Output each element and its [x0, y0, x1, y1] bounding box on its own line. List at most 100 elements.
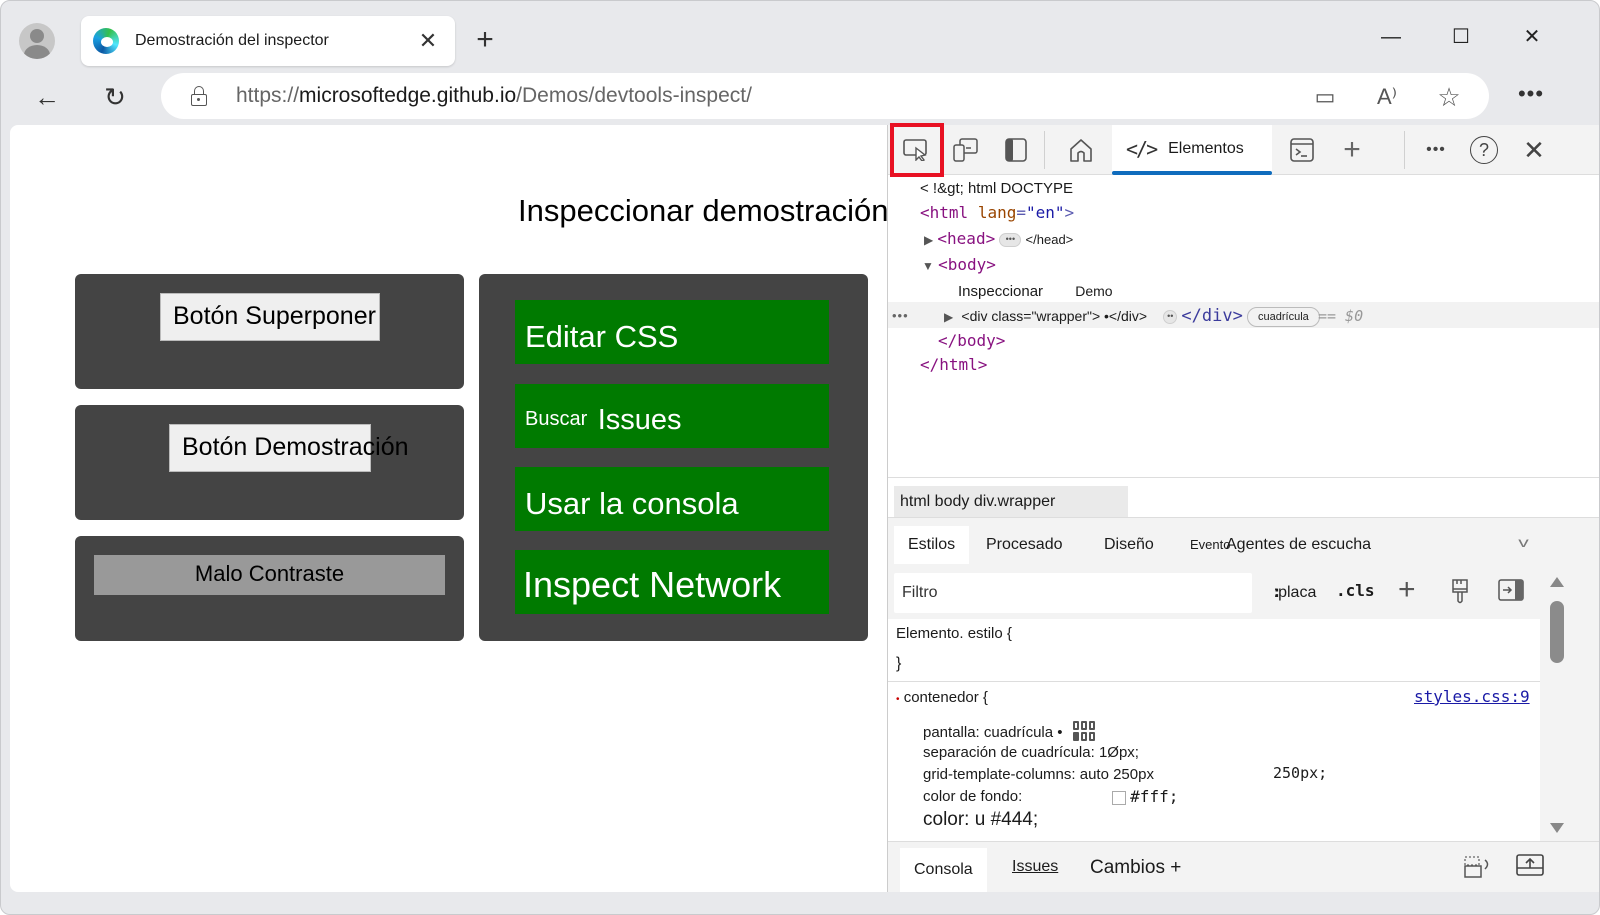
url-path: /Demos/devtools-inspect/ — [516, 84, 752, 107]
tab-listeners[interactable]: Agentes de escucha — [1226, 526, 1385, 564]
prop-display-text: pantalla: cuadrícula • — [923, 723, 1063, 741]
inspect-network-button[interactable]: Inspect Network — [515, 550, 829, 614]
panel-overlay: Botón Superponer — [75, 274, 464, 389]
use-console-button[interactable]: Usar la consola — [515, 467, 829, 531]
chevron-down-icon[interactable]: v — [1518, 534, 1529, 550]
active-tab-indicator — [1112, 171, 1272, 175]
maximize-button[interactable]: ☐ — [1441, 19, 1481, 55]
dock-side-icon[interactable] — [998, 133, 1034, 167]
grid-badge[interactable]: cuadrícula — [1247, 307, 1320, 328]
prop-color[interactable]: color: u #444; — [923, 809, 1038, 831]
prop-bg-value[interactable]: #fff; — [1112, 787, 1178, 806]
undock-drawer-icon[interactable] — [1516, 854, 1544, 883]
refresh-button[interactable]: ↻ — [95, 77, 135, 117]
div-ellipsis[interactable]: •• — [1163, 310, 1178, 325]
collapse-arrow-icon[interactable]: ▼ — [922, 259, 934, 273]
tab-close-icon[interactable]: ✕ — [413, 26, 443, 56]
console-tab-icon[interactable] — [1284, 133, 1320, 167]
color-swatch-icon[interactable] — [1112, 791, 1126, 806]
edit-css-button[interactable]: Editar CSS — [515, 300, 829, 364]
inspect-element-icon[interactable] — [898, 133, 934, 167]
page-viewport: Inspeccionar demostración Botón Superpon… — [10, 125, 888, 892]
find-issues-button[interactable]: Buscar Issues — [515, 384, 829, 448]
edge-logo-icon — [93, 28, 119, 54]
read-aloud-icon[interactable]: A⁾ — [1371, 81, 1403, 113]
close-window-button[interactable]: ✕ — [1512, 19, 1552, 55]
prop-columns-extra: 250px; — [1273, 764, 1328, 782]
prop-display[interactable]: pantalla: cuadrícula • — [923, 721, 1095, 745]
scroll-down-icon[interactable] — [1550, 823, 1564, 833]
code-icon: </> — [1126, 137, 1158, 161]
avatar-body — [24, 45, 50, 59]
panel-contrast: Malo Contraste — [75, 536, 464, 641]
text-node-a: Inspeccionar — [958, 283, 1044, 300]
expand-arrow-icon[interactable]: ▶ — [924, 233, 933, 247]
grid-editor-icon[interactable] — [1072, 721, 1095, 745]
url-text[interactable]: https://microsoftedge.github.io/Demos/de… — [236, 84, 752, 108]
element-style-selector[interactable]: Elemento. estilo { — [896, 625, 1012, 642]
drawer-tab-console[interactable]: Consola — [900, 848, 987, 892]
selector-text: contenedor { — [903, 689, 988, 706]
breadcrumb[interactable]: html body div.wrapper — [894, 486, 1128, 518]
row-dots[interactable]: ••• — [892, 304, 909, 328]
html-tag-end: > — [1064, 203, 1075, 222]
dom-head[interactable]: ▶ <head> ••• </head> — [924, 227, 1073, 252]
help-icon[interactable]: ? — [1466, 133, 1502, 167]
inspect-network-label: Inspect Network — [523, 564, 782, 605]
new-rule-icon[interactable]: + — [1398, 573, 1416, 607]
dom-html-open[interactable]: <html lang="en"> — [920, 201, 1074, 225]
overlay-button[interactable]: Botón Superponer — [160, 293, 380, 341]
edit-css-label: Editar CSS — [525, 319, 679, 354]
tab-styles[interactable]: Estilos — [894, 526, 970, 564]
dom-div-wrapper[interactable]: ▶ <div class="wrapper"> •</div> •• </div… — [944, 304, 1363, 329]
device-emulation-icon[interactable] — [948, 133, 984, 167]
prop-bg-label[interactable]: color de fondo: — [923, 788, 1022, 805]
home-icon[interactable] — [1063, 133, 1099, 167]
dom-body[interactable]: ▼ <body> — [922, 253, 996, 278]
lock-icon[interactable] — [191, 86, 207, 106]
div-open: <div class="wrapper"> •</div> — [961, 308, 1148, 324]
scroll-up-icon[interactable] — [1550, 577, 1564, 587]
dom-text-node[interactable]: Inspeccionar Demo — [958, 279, 1113, 304]
address-bar[interactable]: https://microsoftedge.github.io/Demos/de… — [161, 73, 1489, 119]
dom-doctype[interactable]: < !&gt; html DOCTYPE — [920, 177, 1073, 201]
prop-gap[interactable]: separación de cuadrícula: 1Øpx; — [923, 744, 1139, 761]
tab-elements[interactable]: </> Elementos — [1112, 125, 1272, 175]
source-link[interactable]: styles.css:9 — [1414, 687, 1530, 706]
head-ellipsis[interactable]: ••• — [999, 233, 1022, 248]
profile-avatar[interactable] — [19, 23, 55, 59]
back-button[interactable]: ← — [27, 77, 67, 117]
drawer-tab-changes[interactable]: Cambios + — [1076, 848, 1195, 892]
minimize-button[interactable]: — — [1371, 19, 1411, 55]
apps-icon[interactable]: ▭ — [1309, 81, 1341, 113]
styles-filter-input[interactable]: Filtro — [894, 573, 1252, 613]
dom-body-close[interactable]: </body> — [938, 329, 1005, 353]
tab-layout[interactable]: Diseño — [1090, 526, 1168, 564]
rule-divider — [888, 681, 1540, 682]
settings-more-button[interactable]: ••• — [1513, 79, 1549, 115]
customize-more-icon[interactable]: ••• — [1418, 133, 1454, 167]
more-tools-add-icon[interactable]: + — [1334, 133, 1370, 167]
expand-arrow-icon[interactable]: ▶ — [944, 310, 953, 324]
browser-tab[interactable]: Demostración del inspector ✕ — [81, 16, 455, 66]
element-style-close: } — [896, 655, 902, 672]
scroll-thumb[interactable] — [1550, 601, 1564, 663]
demo-button[interactable]: Botón Demostración — [169, 424, 409, 472]
hover-state-toggle[interactable]: ::placa — [1272, 582, 1316, 602]
bad-contrast-button[interactable]: Malo Contraste — [94, 555, 445, 595]
dock-drawer-icon[interactable] — [1464, 856, 1492, 883]
panel-demo: Botón Demostración — [75, 405, 464, 520]
dom-html-close[interactable]: </html> — [920, 353, 987, 377]
toggle-sidebar-icon[interactable] — [1498, 579, 1524, 606]
favorite-star-icon[interactable]: ☆ — [1433, 81, 1465, 113]
new-tab-button[interactable]: + — [467, 23, 503, 59]
drawer-tab-issues[interactable]: Issues — [998, 848, 1072, 892]
prop-columns[interactable]: grid-template-columns: auto 250px — [923, 766, 1154, 783]
close-devtools-icon[interactable]: ✕ — [1516, 133, 1552, 167]
container-selector[interactable]: • contenedor { — [896, 689, 988, 706]
tab-event[interactable]: Evento — [1176, 526, 1230, 564]
tab-computed[interactable]: Procesado — [972, 526, 1077, 564]
styles-scrollbar[interactable] — [1540, 567, 1599, 841]
paint-brush-icon[interactable] — [1450, 579, 1470, 610]
class-toggle[interactable]: .cls — [1336, 581, 1375, 600]
